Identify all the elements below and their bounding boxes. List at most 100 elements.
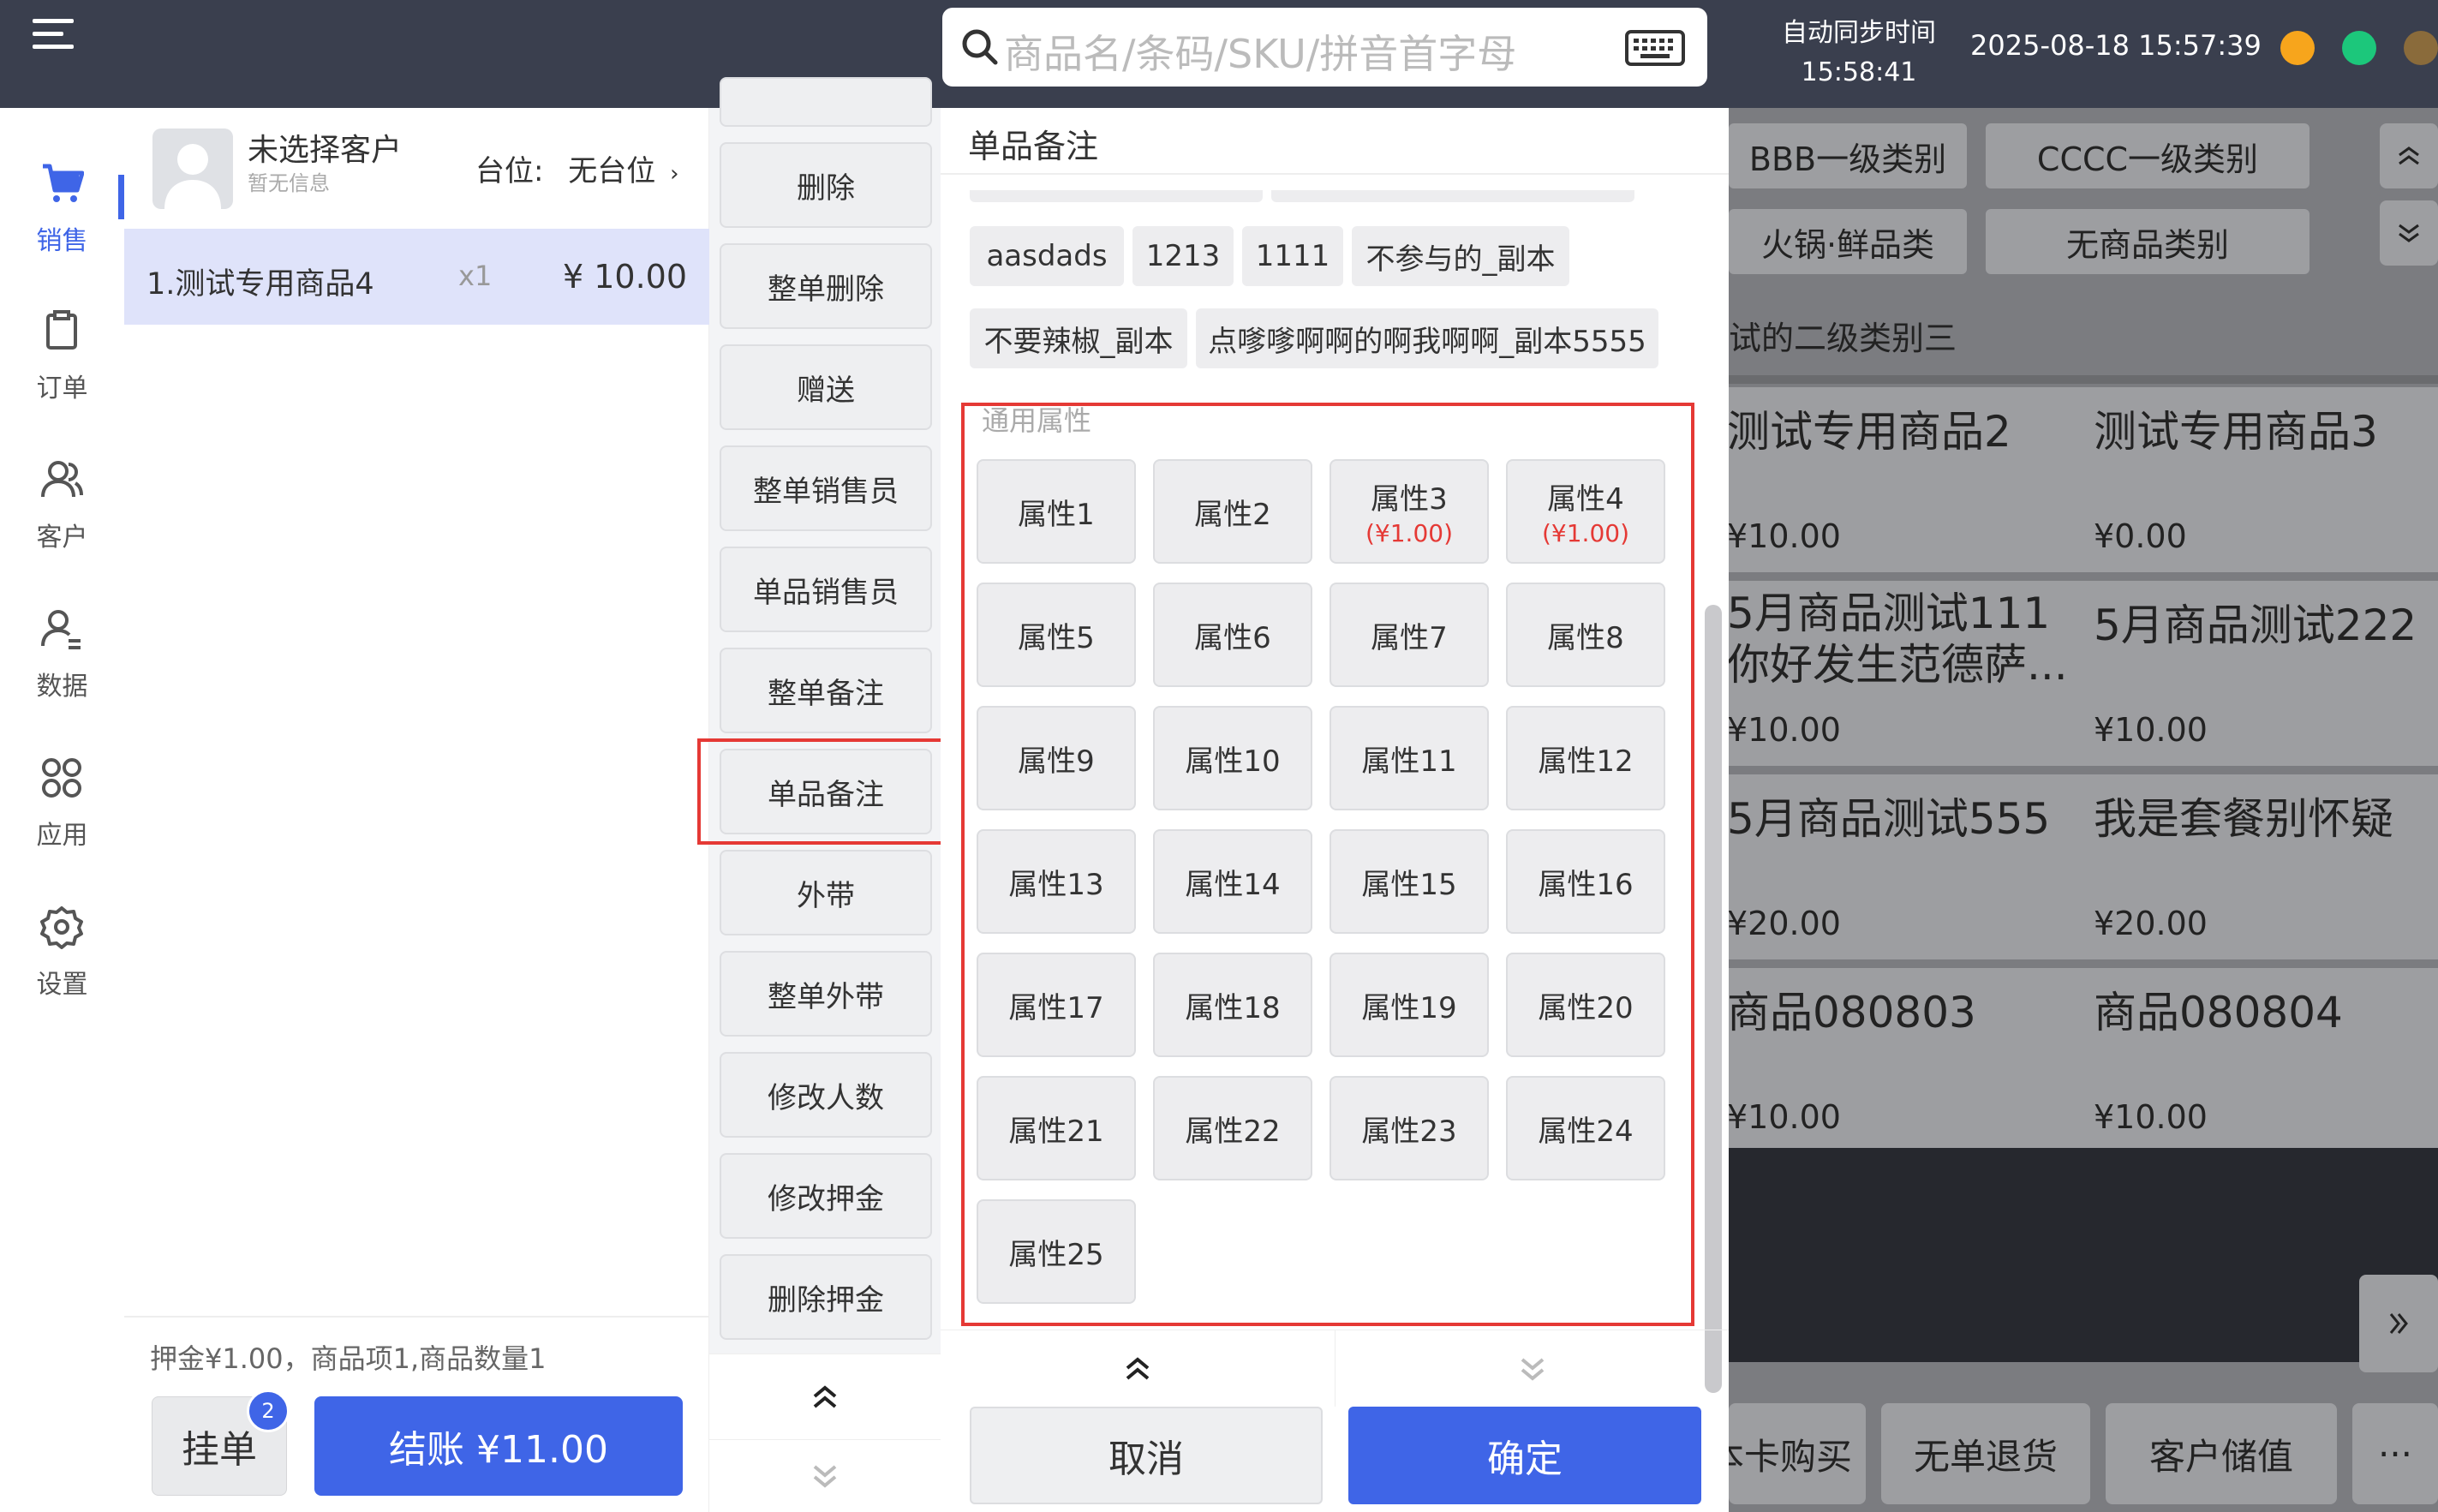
attribute-button[interactable]: 属性12	[1506, 706, 1665, 810]
delete-button[interactable]: 删除	[720, 142, 932, 228]
modal-scroll-up[interactable]	[941, 1330, 1335, 1407]
attribute-button[interactable]: 属性17	[977, 953, 1136, 1057]
attribute-button[interactable]: 属性9	[977, 706, 1136, 810]
attribute-button[interactable]: 属性8	[1506, 583, 1665, 687]
hamburger-menu-icon[interactable]	[33, 19, 74, 53]
order-item-row[interactable]: 1.测试专用商品4 x1 ¥ 10.00	[124, 229, 709, 325]
nav-label: 应用	[36, 821, 88, 851]
note-tag[interactable]: 点嗲嗲啊啊的啊我啊啊_副本5555	[1196, 308, 1658, 368]
checkout-button[interactable]: 结账 ¥11.00	[314, 1396, 683, 1496]
search-input[interactable]: 商品名/条码/SKU/拼音首字母	[1004, 23, 1516, 80]
customer-name[interactable]: 未选择客户	[248, 125, 402, 170]
nav-item-customers[interactable]: 客户	[0, 447, 124, 559]
item-salesperson-button[interactable]: 单品销售员	[720, 547, 932, 632]
attribute-name: 属性16	[1538, 867, 1634, 902]
note-tag[interactable]: 1111	[1242, 226, 1343, 286]
product-price: ¥20.00	[1729, 905, 1841, 942]
bell-icon[interactable]	[2280, 31, 2315, 65]
customer-recharge-button: 客户储值	[2106, 1403, 2337, 1504]
note-tag[interactable]: aasdads	[970, 226, 1124, 286]
delete-all-button[interactable]: 整单删除	[720, 243, 932, 329]
attribute-name: 属性22	[1185, 1114, 1281, 1149]
nav-item-data[interactable]: 数据	[0, 596, 124, 708]
nav-item-settings[interactable]: 设置	[0, 894, 124, 1006]
attribute-button[interactable]: 属性23	[1330, 1076, 1489, 1180]
current-datetime: 2025-08-18 15:57:39	[1970, 29, 2262, 62]
attribute-button[interactable]: 属性18	[1153, 953, 1312, 1057]
attribute-button[interactable]: 属性21	[977, 1076, 1136, 1180]
attribute-button[interactable]: 属性22	[1153, 1076, 1312, 1180]
table-selector[interactable]: 台位: 无台位 ›	[475, 147, 679, 189]
note-tag[interactable]: 1213	[1132, 226, 1234, 286]
attribute-button[interactable]: 属性3 (¥1.00)	[1330, 459, 1489, 564]
user-avatar[interactable]	[2404, 31, 2438, 65]
attribute-button[interactable]: 属性20	[1506, 953, 1665, 1057]
nav-item-sales[interactable]: 销售	[0, 151, 124, 262]
attribute-button[interactable]: 属性13	[977, 829, 1136, 934]
attribute-button[interactable]: 属性6	[1153, 583, 1312, 687]
attribute-name: 属性10	[1185, 744, 1281, 779]
product-card: 测试专用商品2 ¥10.00	[1729, 387, 2080, 572]
product-card: 5月商品测试111 你好发生范德萨... ¥10.00	[1729, 581, 2080, 766]
product-name: 5月商品测试222	[2094, 601, 2417, 650]
note-tag[interactable]: 不要辣椒_副本	[970, 308, 1187, 368]
product-card: 测试专用商品3 ¥0.00	[2080, 387, 2438, 572]
attribute-button[interactable]: 属性2	[1153, 459, 1312, 564]
customer-avatar[interactable]	[152, 128, 233, 209]
attribute-button[interactable]: 属性4 (¥1.00)	[1506, 459, 1665, 564]
action-scroll-down[interactable]	[709, 1439, 941, 1512]
edit-guests-button[interactable]: 修改人数	[720, 1052, 932, 1138]
search-box[interactable]: 商品名/条码/SKU/拼音首字母	[942, 8, 1707, 87]
keyboard-icon[interactable]	[1625, 30, 1685, 66]
action-scroll-up[interactable]	[709, 1354, 941, 1439]
product-price: ¥10.00	[1729, 711, 1841, 749]
attribute-button[interactable]: 属性14	[1153, 829, 1312, 934]
attribute-button[interactable]: 属性25	[977, 1199, 1136, 1304]
attribute-button[interactable]: 属性24	[1506, 1076, 1665, 1180]
attribute-button[interactable]: 属性19	[1330, 953, 1489, 1057]
action-button-partial[interactable]	[720, 77, 932, 127]
attribute-button[interactable]: 属性10	[1153, 706, 1312, 810]
attribute-button[interactable]: 属性1	[977, 459, 1136, 564]
gift-button[interactable]: 赠送	[720, 344, 932, 430]
confirm-button[interactable]: 确定	[1348, 1407, 1701, 1504]
cancel-button[interactable]: 取消	[970, 1407, 1323, 1504]
attribute-name: 属性11	[1361, 744, 1457, 779]
attribute-button[interactable]: 属性15	[1330, 829, 1489, 934]
user-data-icon	[41, 610, 81, 649]
order-item-qty: x1	[458, 260, 493, 292]
attribute-button[interactable]: 属性5	[977, 583, 1136, 687]
cart-icon	[43, 164, 84, 202]
attribute-name: 属性7	[1371, 620, 1448, 655]
note-tag[interactable]: 不参与的_副本	[1352, 226, 1569, 286]
modal-scroll-down[interactable]	[1335, 1330, 1729, 1407]
nav-item-apps[interactable]: 应用	[0, 745, 124, 857]
order-panel: 未选择客户 暂无信息 台位: 无台位 › 1.测试专用商品4 x1 ¥ 10.0…	[124, 108, 709, 1512]
delete-deposit-button[interactable]: 删除押金	[720, 1254, 932, 1340]
table-value: 无台位	[568, 154, 656, 188]
order-note-button[interactable]: 整单备注	[720, 648, 932, 733]
edit-deposit-button[interactable]: 修改押金	[720, 1153, 932, 1239]
note-tag-partial[interactable]	[1271, 190, 1634, 202]
customer-info: 暂无信息	[248, 171, 330, 195]
sync-label: 自动同步时间	[1782, 18, 1936, 48]
nav-label: 销售	[36, 226, 88, 256]
product-name: 5月商品测试111 你好发生范德萨...	[1729, 589, 2068, 690]
attribute-button[interactable]: 属性7	[1330, 583, 1489, 687]
scrollbar[interactable]	[1705, 605, 1722, 1393]
nav-label: 设置	[36, 970, 88, 1000]
attribute-button[interactable]: 属性16	[1506, 829, 1665, 934]
table-label: 台位:	[475, 154, 544, 188]
gear-icon	[40, 906, 83, 949]
attribute-name: 属性18	[1185, 990, 1281, 1025]
attribute-button[interactable]: 属性11	[1330, 706, 1489, 810]
attribute-price: (¥1.00)	[1365, 519, 1453, 547]
users-icon	[41, 461, 83, 498]
takeaway-button[interactable]: 外带	[720, 850, 932, 935]
note-tag-partial[interactable]	[970, 190, 1263, 202]
nav-item-orders[interactable]: 订单	[0, 298, 124, 409]
order-salesperson-button[interactable]: 整单销售员	[720, 445, 932, 531]
category-button: CCCC一级类别	[1986, 123, 2310, 188]
order-takeaway-button[interactable]: 整单外带	[720, 951, 932, 1037]
subcategory-label: 试的二级类别三	[1729, 320, 1957, 357]
